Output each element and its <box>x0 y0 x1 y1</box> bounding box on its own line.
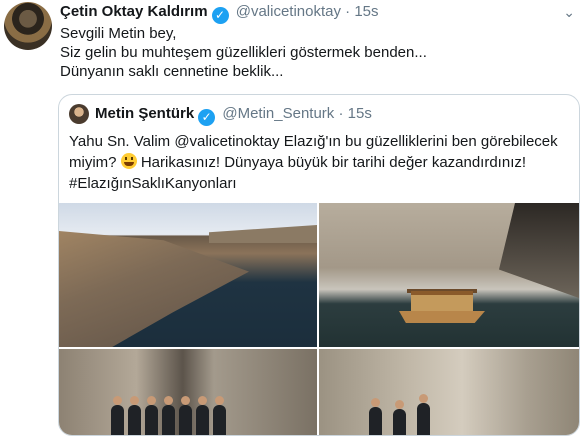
author-avatar[interactable] <box>4 2 52 50</box>
quoted-author-avatar <box>69 104 89 124</box>
quoted-tweet-header: Metin Şentürk ✓ @Metin_Senturk · 15s <box>95 105 372 126</box>
quoted-tweet-timestamp: 15s <box>347 105 372 122</box>
people-group <box>111 396 231 435</box>
photo-boat-in-canyon[interactable] <box>319 203 579 347</box>
quoted-text-line: Yahu Sn. Valim @valicetinoktay Elazığ'ın… <box>69 133 558 150</box>
author-handle[interactable]: @valicetinoktay <box>236 3 341 20</box>
photo-canyon-aerial[interactable] <box>59 203 317 347</box>
chevron-down-icon[interactable]: ⌄ <box>563 4 575 21</box>
boat-illustration <box>399 289 485 323</box>
photo-group-at-cliff[interactable] <box>319 349 579 435</box>
quoted-text-line: miyim? Harikasınız! Dünyaya büyük bir ta… <box>69 152 569 173</box>
quoted-tweet[interactable]: Metin Şentürk ✓ @Metin_Senturk · 15s Yahu… <box>58 94 580 436</box>
verified-badge-icon: ✓ <box>211 7 229 24</box>
tweet-header: Çetin Oktay Kaldırım ✓ @valicetinoktay · … <box>60 3 379 24</box>
separator-dot: · <box>345 3 351 20</box>
tweet-text-line: Siz gelin bu muhteşem güzellikleri göste… <box>60 44 427 61</box>
tweet-text-line: Sevgili Metin bey, <box>60 25 177 42</box>
separator-dot: · <box>338 105 344 122</box>
tweet-text: Sevgili Metin bey, Siz gelin bu muhteşem… <box>60 24 570 81</box>
verified-badge-icon: ✓ <box>198 109 216 126</box>
grinning-face-emoji <box>120 153 137 169</box>
quoted-tweet-text: Yahu Sn. Valim @valicetinoktay Elazığ'ın… <box>69 131 569 194</box>
people-group <box>369 394 469 435</box>
photo-group-in-gorge[interactable] <box>59 349 317 435</box>
quoted-text-segment: miyim? <box>69 154 117 171</box>
quoted-author-handle: @Metin_Senturk <box>222 105 335 122</box>
hashtag-link[interactable]: #ElazığınSaklıKanyonları <box>69 173 569 194</box>
author-name[interactable]: Çetin Oktay Kaldırım <box>60 3 208 20</box>
tweet-timestamp[interactable]: 15s <box>354 3 378 20</box>
quoted-author-name: Metin Şentürk <box>95 105 195 122</box>
tweet-text-line: Dünyanın saklı cennetine beklik... <box>60 63 284 80</box>
tweet-card: Çetin Oktay Kaldırım ✓ @valicetinoktay · … <box>0 0 583 436</box>
quoted-text-segment: Harikasınız! Dünyaya büyük bir tarihi de… <box>140 154 527 171</box>
